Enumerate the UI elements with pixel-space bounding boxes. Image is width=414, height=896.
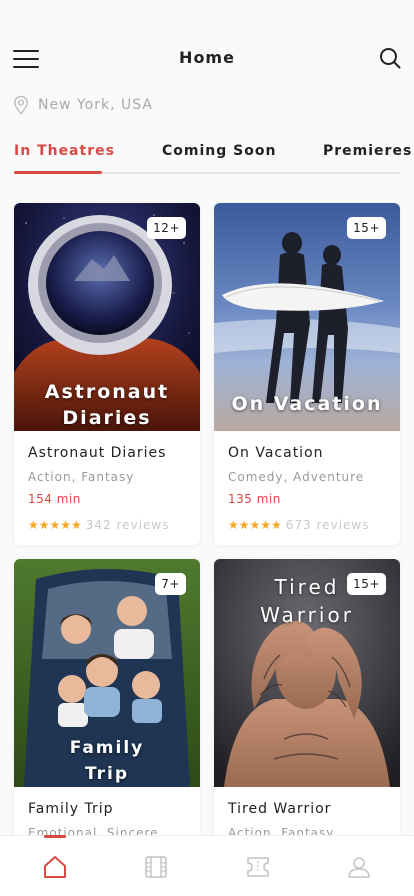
page-title: Home (179, 48, 235, 67)
poster-title: Astronaut Diaries (44, 381, 170, 429)
star-rating-icon: ★★★★★ (28, 518, 82, 532)
location-pin-icon (14, 95, 28, 115)
active-tab-indicator (14, 171, 102, 174)
movie-card[interactable]: 12+ Astronaut Diaries Astronaut Diaries … (14, 203, 200, 545)
movie-genre: Comedy, Adventure (228, 470, 365, 484)
movie-rating: ★★★★★ 673 reviews (228, 518, 386, 532)
tab-in-theatres[interactable]: In Theatres (14, 143, 115, 159)
tab-coming-soon[interactable]: Coming Soon (162, 143, 276, 159)
movie-duration: 135 min (228, 492, 281, 506)
movie-genre: Action, Fantasy (28, 470, 135, 484)
reviews-count: 673 reviews (285, 518, 370, 532)
poster-title: On Vacation (231, 393, 383, 415)
profile-icon[interactable] (346, 854, 372, 880)
movie-duration: 154 min (28, 492, 81, 506)
search-icon[interactable] (378, 46, 402, 70)
location-text: New York, USA (38, 97, 153, 113)
bottom-navigation (0, 835, 414, 896)
ticket-icon[interactable] (245, 854, 271, 880)
tab-premieres[interactable]: Premieres (323, 143, 412, 159)
movie-title: Astronaut Diaries (28, 445, 167, 461)
movie-rating: ★★★★★ 342 reviews (28, 518, 186, 532)
home-icon[interactable] (42, 854, 68, 880)
poster-title: Family Trip (69, 738, 145, 784)
age-rating-badge: 12+ (147, 217, 186, 239)
movie-card[interactable]: 15+ On Vacation On Vacation Comedy, Adve… (214, 203, 400, 545)
app-header: Home (0, 46, 414, 70)
movie-poster: 7+ Family Trip (14, 559, 200, 787)
movie-poster: 12+ Astronaut Diaries (14, 203, 200, 431)
poster-title: Tired Warrior (260, 575, 354, 627)
movie-title: Tired Warrior (228, 801, 332, 817)
movie-title: Family Trip (28, 801, 114, 817)
movie-card[interactable]: 7+ Family Trip Family Trip Emotional, Si… (14, 559, 200, 859)
age-rating-badge: 15+ (347, 217, 386, 239)
movie-title: On Vacation (228, 445, 324, 461)
location-selector[interactable]: New York, USA (13, 95, 153, 115)
movie-card[interactable]: 15+ Tired Warrior Tired Warrior Action, … (214, 559, 400, 859)
category-tabs: In Theatres Coming Soon Premieres (0, 141, 414, 175)
movie-poster: 15+ On Vacation (214, 203, 400, 431)
reviews-count: 342 reviews (85, 518, 170, 532)
movie-poster: 15+ Tired Warrior (214, 559, 400, 787)
star-rating-icon: ★★★★★ (228, 518, 282, 532)
film-icon[interactable] (143, 854, 169, 880)
age-rating-badge: 7+ (155, 573, 186, 595)
active-nav-indicator (44, 835, 66, 838)
